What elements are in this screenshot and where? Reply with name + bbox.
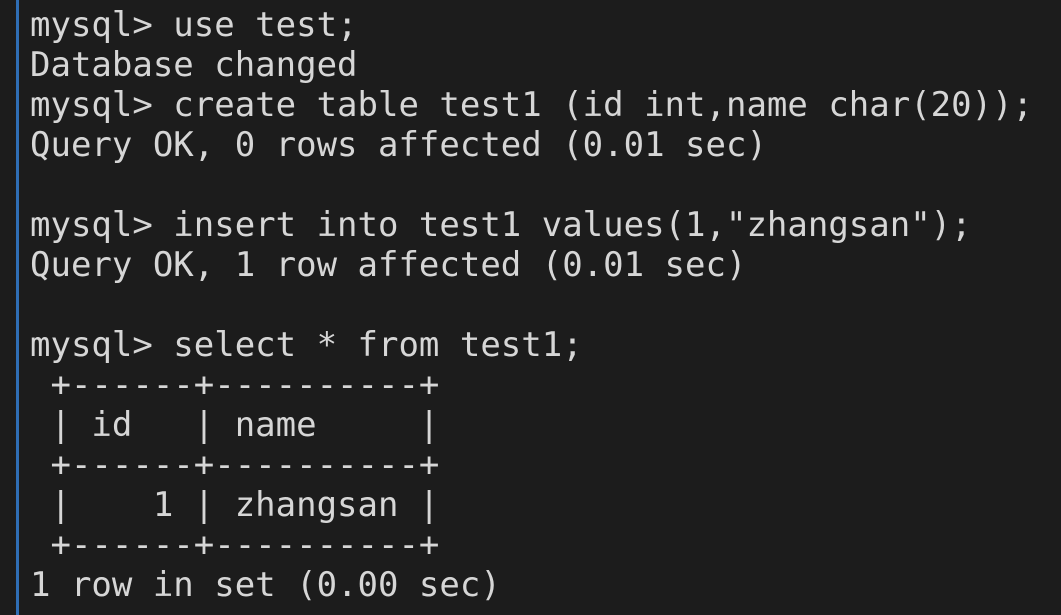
console-line: Query OK, 1 row affected (0.01 sec) <box>30 245 747 285</box>
console-line: mysql> create table test1 (id int,name c… <box>30 85 1034 125</box>
console-line: Database changed <box>30 45 358 85</box>
result-table-border-top: +------+----------+ <box>30 365 440 405</box>
console-line: mysql> use test; <box>30 5 358 45</box>
result-table-border-bottom: +------+----------+ <box>30 525 440 565</box>
result-table-border-mid: +------+----------+ <box>30 445 440 485</box>
console-line: Query OK, 0 rows affected (0.01 sec) <box>30 125 767 165</box>
console-line: mysql> insert into test1 values(1,"zhang… <box>30 205 972 245</box>
console-line: mysql> select * from test1; <box>30 325 583 365</box>
terminal-window[interactable]: mysql> use test; Database changed mysql> c… <box>0 0 1061 615</box>
console-line-blank <box>30 165 1061 205</box>
left-accent-rail <box>16 0 19 615</box>
console-line-blank <box>30 285 1061 325</box>
console-output[interactable]: mysql> use test; Database changed mysql> c… <box>30 5 1061 615</box>
result-table-header-row: | id | name | <box>30 405 440 445</box>
console-line: 1 row in set (0.00 sec) <box>30 565 501 605</box>
result-table-row: | 1 | zhangsan | <box>30 485 440 525</box>
